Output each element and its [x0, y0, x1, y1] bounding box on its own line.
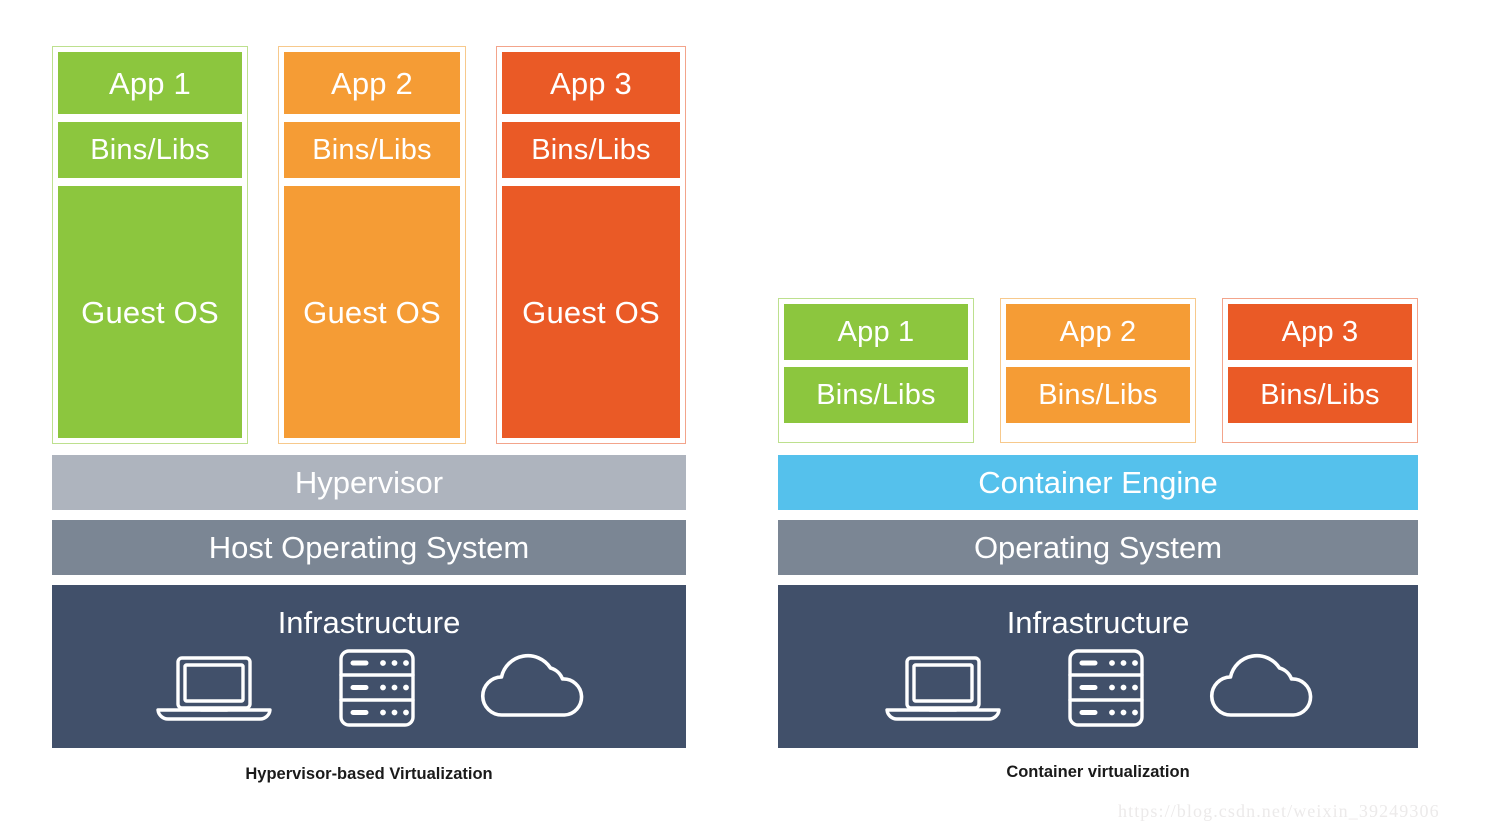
infrastructure-block-right[interactable]: Infrastructure [778, 585, 1418, 748]
container-bins-box-2: Bins/Libs [1006, 367, 1190, 423]
container-panel: App 1 Bins/Libs App 2 Bins/Libs App 3 Bi… [740, 0, 1500, 831]
vm-column-2[interactable]: App 2 Bins/Libs Guest OS [278, 46, 466, 444]
operating-system-bar[interactable]: Operating System [778, 520, 1418, 575]
container-app-box-3: App 3 [1228, 304, 1412, 360]
container-bins-box-1: Bins/Libs [784, 367, 968, 423]
vm-guest-os-box-3: Guest OS [502, 186, 680, 438]
vm-bins-box-1: Bins/Libs [58, 122, 242, 178]
vm-app-box-1: App 1 [58, 52, 242, 114]
host-operating-system-bar[interactable]: Host Operating System [52, 520, 686, 575]
vm-bins-box-2: Bins/Libs [284, 122, 460, 178]
watermark: https://blog.csdn.net/weixin_39249306 [1118, 801, 1440, 821]
server-rack-icon [1065, 647, 1147, 729]
hypervisor-bar[interactable]: Hypervisor [52, 455, 686, 510]
hypervisor-panel-caption: Hypervisor-based Virtualization [245, 765, 493, 783]
container-column-2[interactable]: App 2 Bins/Libs [1000, 298, 1196, 443]
container-app-box-1: App 1 [784, 304, 968, 360]
cloud-icon [1207, 653, 1315, 723]
infrastructure-label-left: Infrastructure [277, 605, 461, 640]
container-bins-box-3: Bins/Libs [1228, 367, 1412, 423]
container-column-1[interactable]: App 1 Bins/Libs [778, 298, 974, 443]
laptop-icon [152, 648, 276, 728]
cloud-icon [478, 653, 586, 723]
vm-guest-os-box-2: Guest OS [284, 186, 460, 438]
server-rack-icon [336, 647, 418, 729]
container-engine-bar[interactable]: Container Engine [778, 455, 1418, 510]
vm-column-3[interactable]: App 3 Bins/Libs Guest OS [496, 46, 686, 444]
vm-column-1[interactable]: App 1 Bins/Libs Guest OS [52, 46, 248, 444]
infrastructure-icon-row-right [778, 638, 1418, 748]
infrastructure-label-right: Infrastructure [1006, 605, 1190, 640]
vm-guest-os-box-1: Guest OS [58, 186, 242, 438]
diagram-canvas: App 1 Bins/Libs Guest OS App 2 Bins/Libs… [0, 0, 1500, 831]
hypervisor-panel: App 1 Bins/Libs Guest OS App 2 Bins/Libs… [0, 0, 740, 831]
infrastructure-block-left[interactable]: Infrastructure [52, 585, 686, 748]
infrastructure-icon-row-left [52, 638, 686, 748]
container-column-3[interactable]: App 3 Bins/Libs [1222, 298, 1418, 443]
vm-app-box-3: App 3 [502, 52, 680, 114]
laptop-icon [881, 648, 1005, 728]
container-app-box-2: App 2 [1006, 304, 1190, 360]
container-panel-caption: Container virtualization [1006, 763, 1190, 781]
vm-bins-box-3: Bins/Libs [502, 122, 680, 178]
vm-app-box-2: App 2 [284, 52, 460, 114]
